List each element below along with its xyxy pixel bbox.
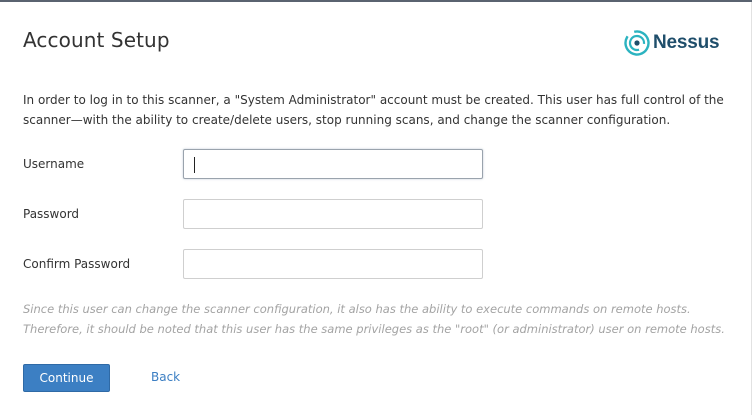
intro-text: In order to log in to this scanner, a "S… [23,93,724,127]
password-input[interactable] [183,199,483,229]
page-title: Account Setup [23,28,170,52]
text-caret [194,157,195,173]
nessus-logo-icon [624,30,650,56]
continue-button[interactable]: Continue [23,364,110,392]
username-label: Username [23,157,85,171]
back-link[interactable]: Back [151,370,180,384]
nessus-logo: Nessus [623,28,720,58]
privileges-note: Since this user can change the scanner c… [23,302,725,336]
account-setup-page: Account Setup Nessus In order to log in … [0,0,752,415]
username-row: Username [23,149,483,179]
confirm-password-label: Confirm Password [23,257,131,271]
confirm-password-input[interactable] [183,249,483,279]
password-label: Password [23,207,80,221]
password-row: Password [23,199,483,229]
confirm-password-row: Confirm Password [23,249,483,279]
username-input[interactable] [183,149,483,179]
logo-text: Nessus [653,32,720,53]
